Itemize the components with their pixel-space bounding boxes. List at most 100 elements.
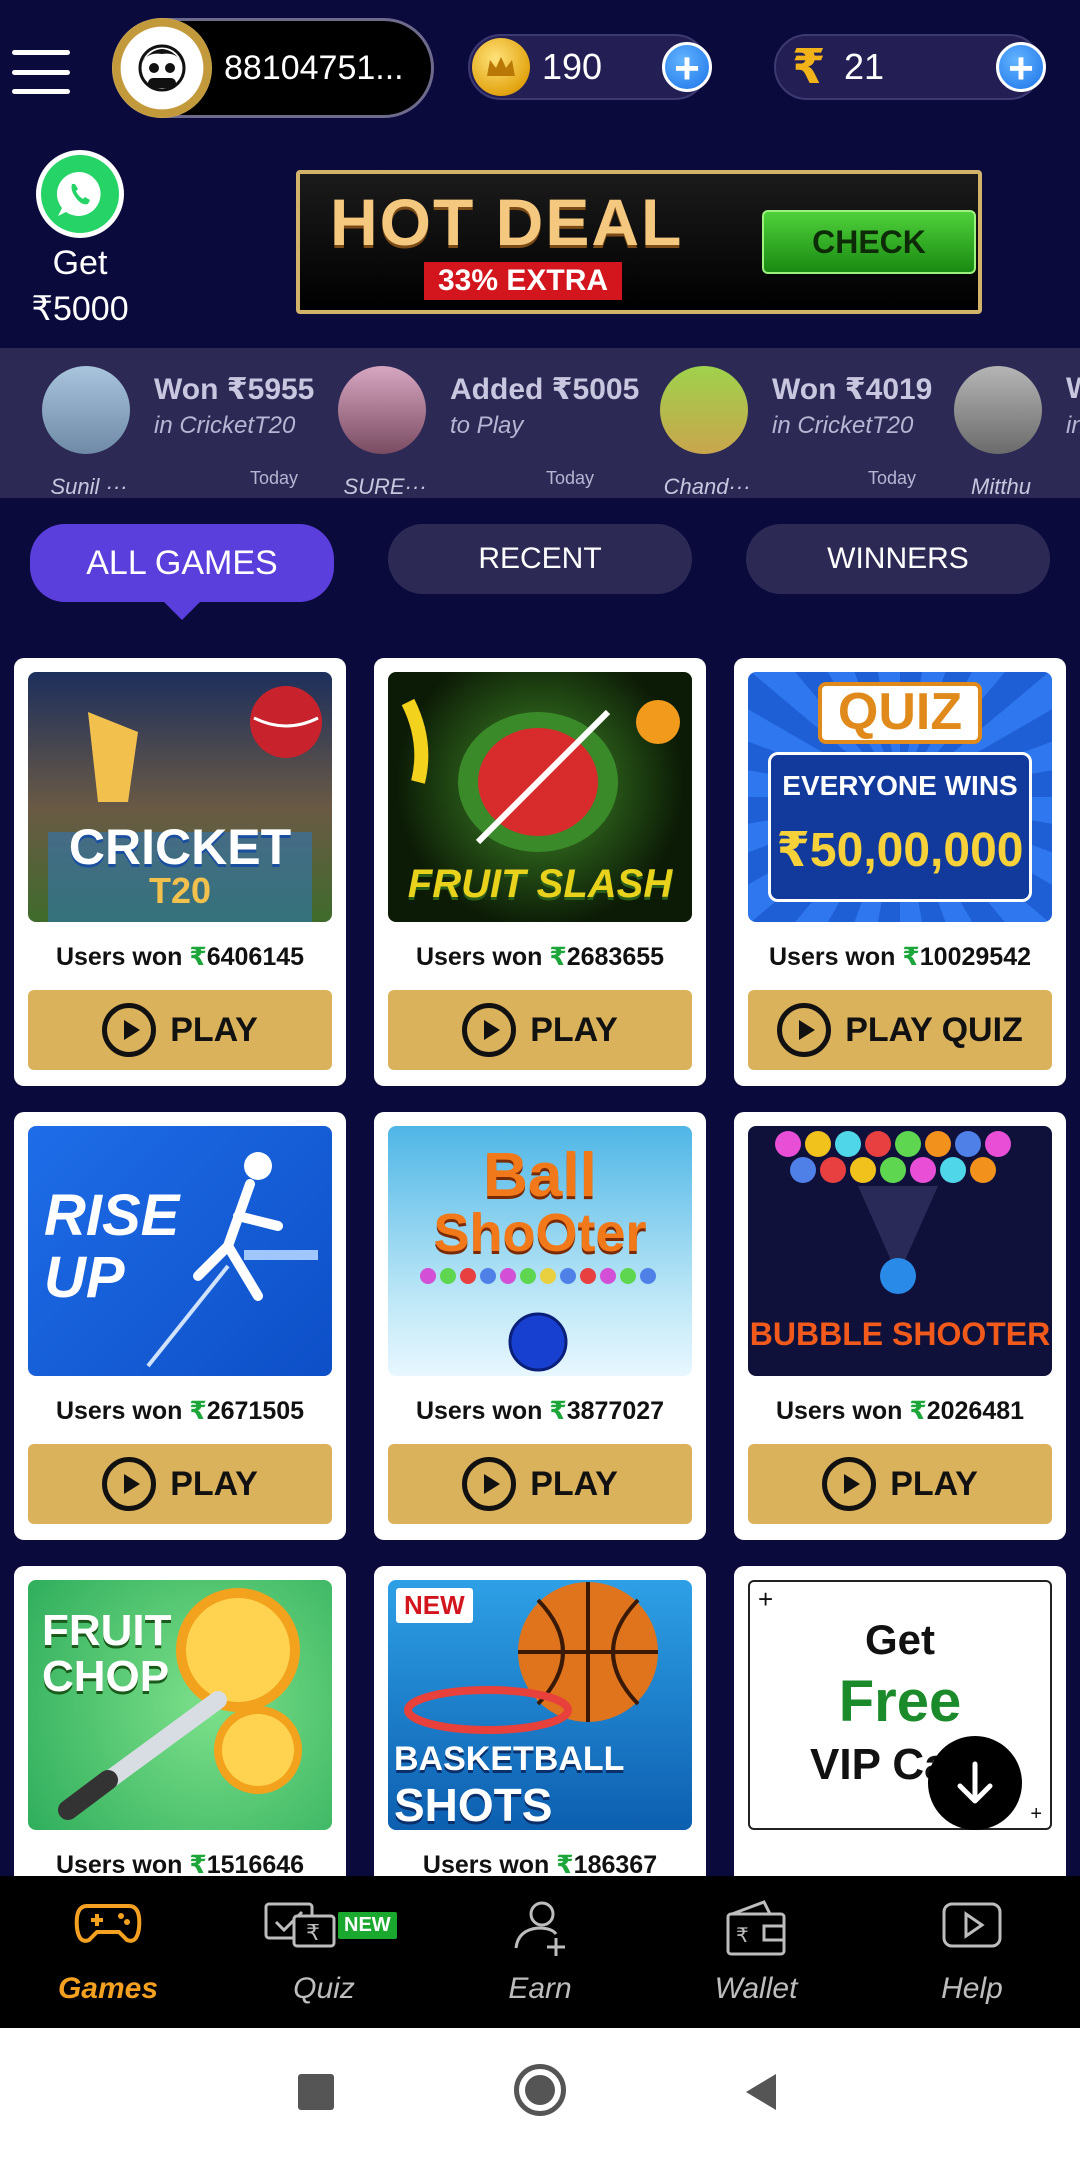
nav-games[interactable]: Games	[0, 1876, 216, 2028]
play-button[interactable]: PLAY	[388, 1444, 692, 1524]
scroll-down-button[interactable]	[928, 1736, 1022, 1830]
basketball-thumbnail[interactable]: NEW BASKETBALL SHOTS	[388, 1580, 692, 1830]
won-value: 6406145	[206, 943, 305, 971]
play-label: PLAY QUIZ	[845, 1010, 1023, 1049]
winner-name: SURE···	[343, 474, 427, 498]
winner-time: Today	[868, 468, 917, 488]
back-button[interactable]	[742, 2072, 778, 2112]
whatsapp-text-line2: ₹5000	[31, 290, 129, 328]
winner-amount: Added ₹5005	[450, 373, 640, 406]
play-button[interactable]: PLAY	[388, 990, 692, 1070]
hot-deal-banner[interactable]: HOT DEAL 33% EXTRA CHECK	[296, 170, 982, 314]
nav-earn[interactable]: Earn	[432, 1876, 648, 2028]
home-dot-icon	[525, 2075, 555, 2105]
play-label: PLAY	[530, 1010, 618, 1049]
cash-balance: 21	[844, 46, 885, 87]
whatsapp-referral[interactable]: Get ₹5000	[20, 150, 140, 330]
winner-avatar	[660, 366, 748, 454]
won-rupee: ₹	[189, 1397, 207, 1425]
free-vip-card[interactable]: + Get Free VIP Ca +	[734, 1566, 1066, 1876]
rupee-icon: ₹	[792, 41, 826, 94]
avatar[interactable]	[112, 18, 212, 118]
won-rupee: ₹	[189, 943, 207, 971]
menu-icon[interactable]	[12, 50, 70, 94]
cash-balance-pill[interactable]: ₹ 21 +	[774, 34, 1046, 100]
users-won-text: Users won ₹186367	[374, 1850, 706, 1876]
ball-shooter-thumbnail[interactable]: Ball ShoOter	[388, 1126, 692, 1376]
won-prefix: Users won	[415, 1397, 550, 1425]
hot-deal-check-button[interactable]: CHECK	[762, 210, 976, 274]
tab-all-games[interactable]: ALL GAMES	[30, 524, 334, 602]
winner-amount: Won ₹4019	[772, 373, 933, 406]
add-coins-button[interactable]: +	[662, 42, 712, 93]
coin-icon	[472, 38, 530, 96]
game-card-basketball-shots[interactable]: NEW BASKETBALL SHOTS Users won ₹186367	[374, 1566, 706, 1876]
nav-earn-label: Earn	[508, 1972, 572, 2005]
bottom-navigation: Games ₹ NEW Quiz Earn ₹ Wallet Help	[0, 1876, 1080, 2028]
winner-amount: Won ₹5955	[154, 373, 315, 406]
winner-name: Sunil ···	[50, 474, 128, 498]
vip-line1: Get	[864, 1616, 935, 1663]
profile-id: 88104751...	[224, 48, 404, 87]
won-prefix: Users won	[55, 943, 190, 971]
play-quiz-button[interactable]: PLAY QUIZ	[748, 990, 1052, 1070]
users-won-text: Users won ₹2671505	[14, 1396, 346, 1426]
svg-text:₹: ₹	[736, 1923, 749, 1947]
nav-quiz[interactable]: ₹ NEW Quiz	[216, 1876, 432, 2028]
nav-wallet[interactable]: ₹ Wallet	[648, 1876, 864, 2028]
winner-sub: in	[1066, 412, 1080, 439]
coin-balance-pill[interactable]: 190 +	[468, 34, 712, 100]
winner-amount: W	[1066, 372, 1080, 406]
quiz-prize: ₹50,00,000	[776, 824, 1024, 877]
game-card-quiz[interactable]: QUIZ EVERYONE WINS ₹50,00,000 Users won …	[734, 658, 1066, 1086]
ball-title: Ball	[483, 1141, 597, 1210]
vip-corner-plus-2: +	[1030, 1803, 1042, 1825]
rise-up-thumbnail[interactable]: RISE UP	[28, 1126, 332, 1376]
game-card-bubble-shooter[interactable]: BUBBLE SHOOTER Users won ₹2026481 PLAY	[734, 1112, 1066, 1540]
won-value: 1516646	[206, 1851, 305, 1876]
winner-sub: in CricketT20	[154, 412, 296, 439]
video-help-icon	[942, 1902, 1002, 1948]
tab-winners[interactable]: WINNERS	[746, 524, 1050, 594]
play-button[interactable]: PLAY	[28, 1444, 332, 1524]
play-button[interactable]: PLAY	[748, 1444, 1052, 1524]
nav-help[interactable]: Help	[864, 1876, 1080, 2028]
winners-ticker: Sunil ··· Won ₹5955 in CricketT20 Today …	[0, 348, 1080, 498]
game-card-fruit-chop[interactable]: FRUIT CHOP Users won ₹1516646	[14, 1566, 346, 1876]
whatsapp-text-line1: Get	[52, 244, 108, 282]
recents-button[interactable]	[298, 2074, 334, 2110]
quiz-chat-icon: ₹	[264, 1902, 336, 1948]
up-title: UP	[44, 1245, 125, 1310]
quiz-new-badge: NEW	[338, 1912, 397, 1939]
add-cash-button[interactable]: +	[996, 42, 1046, 93]
winner-time: Today	[250, 468, 299, 488]
play-button[interactable]: PLAY	[28, 990, 332, 1070]
won-rupee: ₹	[549, 943, 567, 971]
quiz-thumbnail[interactable]: QUIZ EVERYONE WINS ₹50,00,000	[748, 672, 1052, 922]
winner-name: Mitthu	[971, 474, 1031, 498]
play-icon	[102, 1457, 157, 1511]
fruit-slash-thumbnail[interactable]: FRUIT SLASH	[388, 672, 692, 922]
nav-help-label: Help	[941, 1972, 1003, 2005]
cricket-thumbnail[interactable]: CRICKET T20	[28, 672, 332, 922]
home-button[interactable]	[514, 2064, 566, 2116]
new-badge: NEW	[396, 1588, 473, 1623]
won-rupee: ₹	[902, 943, 920, 971]
nav-wallet-label: Wallet	[714, 1972, 798, 2005]
play-icon	[462, 1003, 517, 1057]
fruit-chop-thumbnail[interactable]: FRUIT CHOP	[28, 1580, 332, 1830]
won-rupee: ₹	[909, 1397, 927, 1425]
gamer-avatar-icon	[138, 44, 186, 92]
won-prefix: Users won	[422, 1851, 557, 1876]
game-card-fruit-slash[interactable]: FRUIT SLASH Users won ₹2683655 PLAY	[374, 658, 706, 1086]
won-value: 2683655	[566, 943, 665, 971]
play-icon	[462, 1457, 517, 1511]
bubble-shooter-thumbnail[interactable]: BUBBLE SHOOTER	[748, 1126, 1052, 1376]
game-card-rise-up[interactable]: RISE UP Users won ₹2671505 PLAY	[14, 1112, 346, 1540]
profile-pill[interactable]: 88104751...	[112, 18, 434, 118]
winner-avatar	[954, 366, 1042, 454]
play-icon	[822, 1457, 877, 1511]
game-card-cricket[interactable]: CRICKET T20 Users won ₹6406145 PLAY	[14, 658, 346, 1086]
game-card-ball-shooter[interactable]: Ball ShoOter Users won ₹3877027 PLAY	[374, 1112, 706, 1540]
tab-recent[interactable]: RECENT	[388, 524, 692, 594]
